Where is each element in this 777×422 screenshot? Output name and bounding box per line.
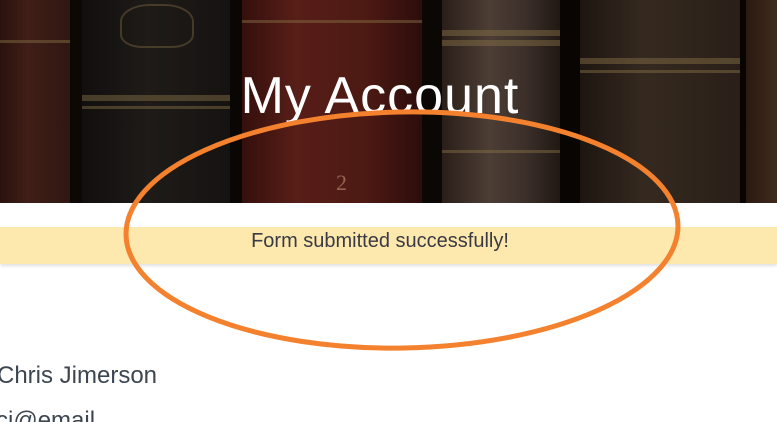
hero-banner: 2 My Account (0, 0, 777, 203)
account-email: ci@email (0, 407, 96, 422)
notice-message: Form submitted successfully! (251, 230, 509, 252)
page: 2 My Account Form submitted successfully… (0, 0, 777, 422)
page-title: My Account (240, 67, 520, 125)
success-notice: Form submitted successfully! (0, 227, 777, 264)
account-name: Chris Jimerson (0, 362, 158, 389)
spine-number: 2 (336, 170, 347, 195)
